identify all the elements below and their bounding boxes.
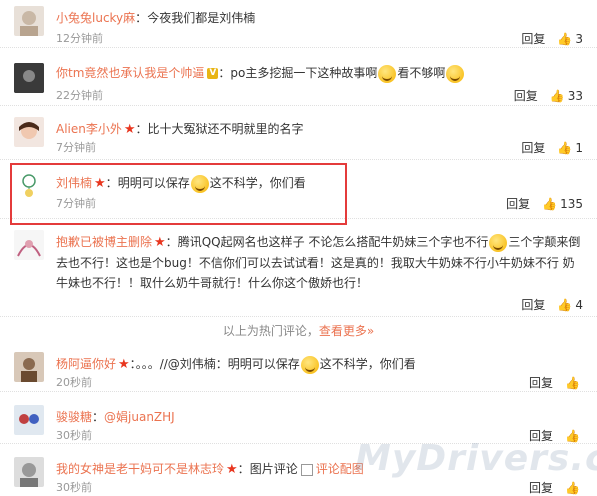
reply-button[interactable]: 回复: [514, 89, 538, 103]
star-badge-icon: ★: [154, 234, 166, 250]
comment-actions: 回复 👍 4: [521, 296, 583, 313]
like-icon[interactable]: 👍: [557, 298, 572, 312]
comment-text: 图片评论: [249, 462, 298, 476]
comment-actions: 回复 👍 33: [514, 87, 583, 104]
comment-actions: 回复 👍: [529, 479, 583, 496]
comment-actions: 回复 👍 1: [521, 139, 583, 156]
reply-button[interactable]: 回复: [506, 197, 530, 211]
laughing-emoji-icon: [378, 64, 397, 83]
comment-text: 。。。//@刘伟楠：明明可以保存: [135, 357, 300, 371]
comment-row: Alien李小外 ★：比十大冤狱还不明就里的名字 7分钟前 回复 👍 1: [0, 111, 597, 160]
comment-time: 30秒前: [56, 481, 92, 494]
comment-text: 比十大冤狱还不明就里的名字: [147, 122, 304, 136]
reply-button[interactable]: 回复: [529, 481, 553, 495]
mention-link[interactable]: @娟juanZHJ: [104, 410, 175, 424]
like-icon[interactable]: 👍: [557, 32, 572, 46]
comment-time: 12分钟前: [56, 32, 103, 45]
comment-time: 30秒前: [56, 429, 92, 442]
like-icon[interactable]: 👍: [542, 197, 557, 211]
comment-username[interactable]: 小兔兔lucky麻: [56, 11, 135, 25]
comment-content: 骏骏糖：@娟juanZHJ: [56, 410, 175, 424]
hot-comments-divider: 以上为热门评论，查看更多»: [0, 318, 597, 344]
vip-badge-icon: V: [207, 68, 219, 79]
avatar[interactable]: [14, 230, 44, 260]
like-icon[interactable]: 👍: [557, 141, 572, 155]
like-icon[interactable]: 👍: [550, 89, 565, 103]
comment-time: 7分钟前: [56, 141, 96, 154]
like-count: 1: [575, 141, 583, 155]
avatar[interactable]: [14, 352, 44, 382]
comment-content: 杨阿逼你好 ★：。。。//@刘伟楠：明明可以保存 这不科学，你们看: [56, 355, 416, 374]
comment-username[interactable]: 骏骏糖: [56, 410, 92, 424]
comment-text: 今夜我们都是刘伟楠: [147, 11, 256, 25]
avatar[interactable]: [14, 6, 44, 36]
like-count: 4: [575, 298, 583, 312]
comment-time: 22分钟前: [56, 89, 103, 102]
laughing-emoji-icon: [300, 355, 319, 374]
comment-content: 抱歉已被博主删除 ★：腾讯QQ起网名也这样子 不论怎么搭配牛奶妹三个字也不行 三个字…: [56, 233, 581, 290]
comment-row: 你tm竟然也承认我是个帅逼 V ：po主多挖掘一下这种故事啊 看不够啊 22分钟前 回…: [0, 55, 597, 106]
like-count: 135: [560, 197, 583, 211]
like-count: 33: [567, 89, 583, 103]
comment-username[interactable]: 我的女神是老干妈可不是林志玲: [56, 462, 224, 476]
comment-text: po主多挖掘一下这种故事啊: [230, 66, 378, 80]
like-icon[interactable]: 👍: [565, 481, 580, 495]
like-icon[interactable]: 👍: [565, 376, 580, 390]
watermark: MyDrivers.com: [355, 438, 597, 479]
reply-button[interactable]: 回复: [521, 141, 545, 155]
comment-content: Alien李小外 ★：比十大冤狱还不明就里的名字: [56, 121, 304, 137]
comment-username[interactable]: 抱歉已被博主删除: [56, 235, 152, 249]
star-badge-icon: ★: [123, 121, 136, 137]
comment-text-continued: 这不科学，你们看: [319, 357, 416, 371]
grin-emoji-icon: [446, 64, 465, 83]
comment-row: 杨阿逼你好 ★：。。。//@刘伟楠：明明可以保存 这不科学，你们看 20秒前 回复 👍: [0, 346, 597, 392]
star-badge-icon: ★: [226, 461, 238, 477]
comment-row: 小兔兔lucky麻：今夜我们都是刘伟楠 12分钟前 回复 👍 3: [0, 0, 597, 48]
avatar[interactable]: [14, 63, 44, 93]
view-more-link[interactable]: 查看更多»: [319, 324, 374, 338]
reply-button[interactable]: 回复: [521, 298, 545, 312]
comment-time: 20秒前: [56, 376, 92, 389]
reply-button[interactable]: 回复: [529, 376, 553, 390]
comment-text-continued: 看不够啊: [397, 66, 446, 80]
picture-icon: [300, 463, 313, 476]
comment-actions: 回复 👍: [529, 374, 583, 391]
avatar[interactable]: [14, 117, 44, 147]
comment-content: 你tm竟然也承认我是个帅逼 V ：po主多挖掘一下这种故事啊 看不够啊: [56, 63, 583, 83]
grin-emoji-icon: [489, 233, 508, 252]
colon: ：: [135, 11, 148, 25]
avatar[interactable]: [14, 405, 44, 435]
comment-text: 腾讯QQ起网名也这样子 不论怎么搭配牛奶妹三个字也不行: [177, 235, 489, 249]
reply-button[interactable]: 回复: [521, 32, 545, 46]
comment-username[interactable]: 杨阿逼你好: [56, 357, 116, 371]
comment-actions: 回复 👍 135: [506, 195, 583, 212]
avatar[interactable]: [14, 457, 44, 487]
comment-username[interactable]: Alien李小外: [56, 122, 122, 136]
divider-text: 以上为热门评论，: [222, 324, 319, 338]
like-count: 3: [575, 32, 583, 46]
comment-actions: 回复 👍 3: [521, 30, 583, 47]
highlight-box: [10, 163, 347, 225]
comment-content: 小兔兔lucky麻：今夜我们都是刘伟楠: [56, 8, 583, 28]
star-badge-icon: ★: [118, 356, 130, 372]
comment-username[interactable]: 你tm竟然也承认我是个帅逼: [56, 66, 204, 80]
comment-row: 抱歉已被博主删除 ★：腾讯QQ起网名也这样子 不论怎么搭配牛奶妹三个字也不行 三个字…: [0, 224, 597, 317]
